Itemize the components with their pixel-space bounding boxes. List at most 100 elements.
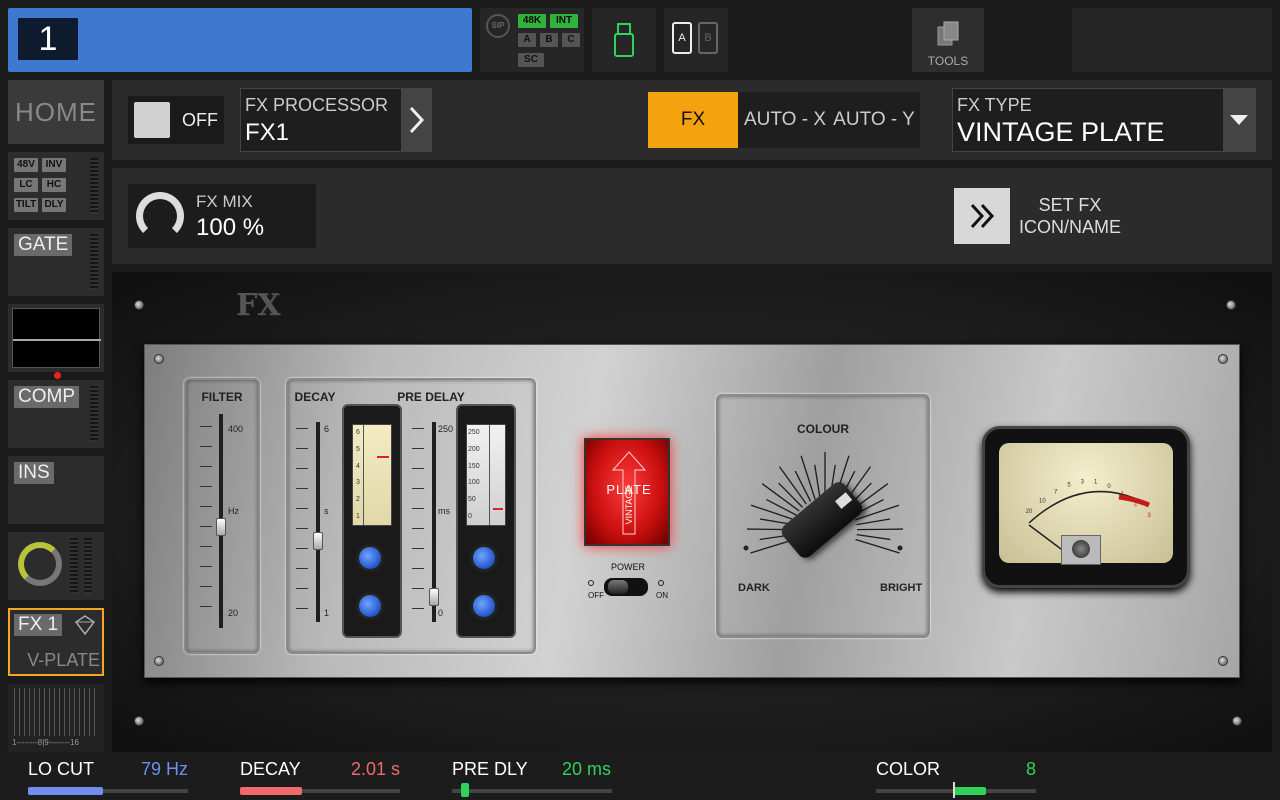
fx1-name: V-PLATE [27, 650, 100, 670]
home-button[interactable]: HOME [8, 80, 104, 144]
fx-type-dropdown[interactable]: FX TYPE VINTAGE PLATE [952, 88, 1256, 152]
decay-gauge: 6 5 4 3 2 1 [342, 404, 402, 638]
predelay-tick [412, 488, 424, 489]
predelay-slider-handle[interactable] [429, 588, 439, 606]
colour-scale-line [766, 498, 797, 516]
comp-strip[interactable]: COMP [8, 380, 104, 448]
predelay-down-knob[interactable] [470, 592, 498, 620]
filter-max-label: 400 [228, 424, 244, 434]
power-toggle-switch[interactable] [604, 578, 648, 596]
predelay-min-label: 0 [438, 608, 444, 618]
invert-tag: INV [42, 158, 66, 172]
gauge-scale-label: 100 [468, 479, 480, 486]
param-color-center-marker [953, 782, 955, 798]
decay-up-knob[interactable] [356, 544, 384, 572]
vu-scale-label: 7 [1054, 489, 1058, 495]
fader-meter-left [70, 538, 78, 594]
predelay-up-knob[interactable] [470, 544, 498, 572]
power-label: OFF [182, 110, 218, 130]
vu-scale-label: 3 [1081, 479, 1085, 485]
fx-processor-value: FX1 [245, 119, 290, 146]
decay-tick [296, 528, 308, 529]
predelay-gauge-spine [489, 425, 490, 525]
vintage-plate-button[interactable]: PLATE VINTAGE [584, 438, 670, 546]
tilt-tag: TILT [14, 198, 38, 212]
set-fx-label[interactable]: SET FX ICON/NAME [1018, 194, 1122, 238]
decay-tick [296, 468, 308, 469]
colour-knob-pointer [834, 492, 853, 509]
fx-processor-label: FX PROCESSOR [245, 95, 389, 115]
decay-gauge-spine [363, 425, 364, 525]
predelay-tick [412, 608, 424, 609]
filter-tick [200, 426, 212, 427]
fx-mix-knob-icon [136, 192, 184, 240]
eq-strip[interactable] [8, 304, 104, 379]
fx-processor-next[interactable] [401, 89, 431, 151]
insert-strip[interactable]: INS [8, 456, 104, 524]
predelay-unit-label: ms [438, 506, 450, 516]
predelay-gauge: 250 200 150 100 50 0 [456, 404, 516, 638]
power-off-label: OFF [588, 591, 604, 600]
plate-screw-icon [154, 656, 164, 666]
samplerate-badge: 48K [518, 14, 546, 28]
param-predelay-slider[interactable] [452, 789, 612, 793]
fx-type-dropdown-toggle[interactable] [1223, 89, 1255, 151]
gauge-scale-label: 50 [468, 496, 476, 503]
decay-slider-track[interactable] [316, 422, 320, 622]
param-predelay-marker [461, 783, 469, 797]
filter-slider-handle[interactable] [216, 518, 226, 536]
colour-scale-line [814, 464, 821, 499]
set-fx-line1: SET FX [1038, 195, 1102, 215]
input-strip[interactable]: 48V INV LC HC TILT DLY [8, 152, 104, 220]
gauge-scale-label: 1 [356, 513, 360, 520]
decay-min-label: 1 [324, 608, 330, 618]
usb-icon [614, 23, 634, 57]
power-switch-label: POWER [610, 562, 645, 572]
gate-strip[interactable]: GATE [8, 228, 104, 296]
power-on-label: ON [656, 591, 668, 600]
ab-compare-button[interactable]: A B [664, 8, 728, 72]
tab-auto-x[interactable]: AUTO - X [744, 92, 826, 148]
gauge-scale-label: 6 [356, 429, 360, 436]
fx-processor-selector[interactable]: FX PROCESSOR FX1 [240, 88, 432, 152]
hicut-tag: HC [42, 178, 66, 192]
decay-tick [296, 588, 308, 589]
fx-mix-control[interactable]: FX MIX 100 % [128, 184, 316, 248]
predelay-tick [412, 588, 424, 589]
set-fx-icon-button[interactable] [954, 188, 1010, 244]
gauge-scale-label: 2 [356, 496, 360, 503]
fader-strip[interactable] [8, 532, 104, 600]
decay-gauge-needle [377, 456, 389, 458]
decay-slider-handle[interactable] [313, 532, 323, 550]
power-toggle[interactable]: OFF [128, 96, 224, 144]
param-color-fill [954, 787, 986, 795]
vu-scale-label: 10 [1039, 498, 1046, 504]
predelay-tick [412, 428, 424, 429]
power-off-indicator [588, 580, 594, 586]
decay-tick [296, 608, 308, 609]
decay-tick [296, 488, 308, 489]
eq-curve-thumbnail [12, 308, 101, 368]
fx1-tag: FX 1 [14, 614, 63, 636]
screw-bottom-left-icon [134, 716, 144, 726]
tab-auto-y[interactable]: AUTO - Y [832, 92, 916, 148]
vintage-button-text: VINTAGE [624, 485, 634, 525]
tab-fx[interactable]: FX [648, 92, 738, 148]
usb-button[interactable] [592, 8, 656, 72]
decay-down-knob[interactable] [356, 592, 384, 620]
clock-badge: INT [550, 14, 578, 28]
fx1-strip[interactable]: FX 1 V-PLATE [8, 608, 104, 676]
filter-tick [200, 606, 212, 607]
comp-tag: COMP [14, 386, 79, 408]
fx-type-value: VINTAGE PLATE [957, 117, 1165, 147]
vu-scale-label: 3 [1147, 513, 1151, 519]
status-c-badge: C [562, 33, 580, 47]
fader-meter-right [84, 538, 92, 594]
predelay-gauge-needle [493, 508, 503, 510]
bus-sends-strip[interactable]: 1--------8|9--------16 [8, 684, 104, 752]
decay-tick [296, 448, 308, 449]
filter-tick [200, 566, 212, 567]
decay-unit-label: s [324, 506, 329, 516]
filter-tick [200, 586, 212, 587]
gauge-scale-label: 150 [468, 463, 480, 470]
